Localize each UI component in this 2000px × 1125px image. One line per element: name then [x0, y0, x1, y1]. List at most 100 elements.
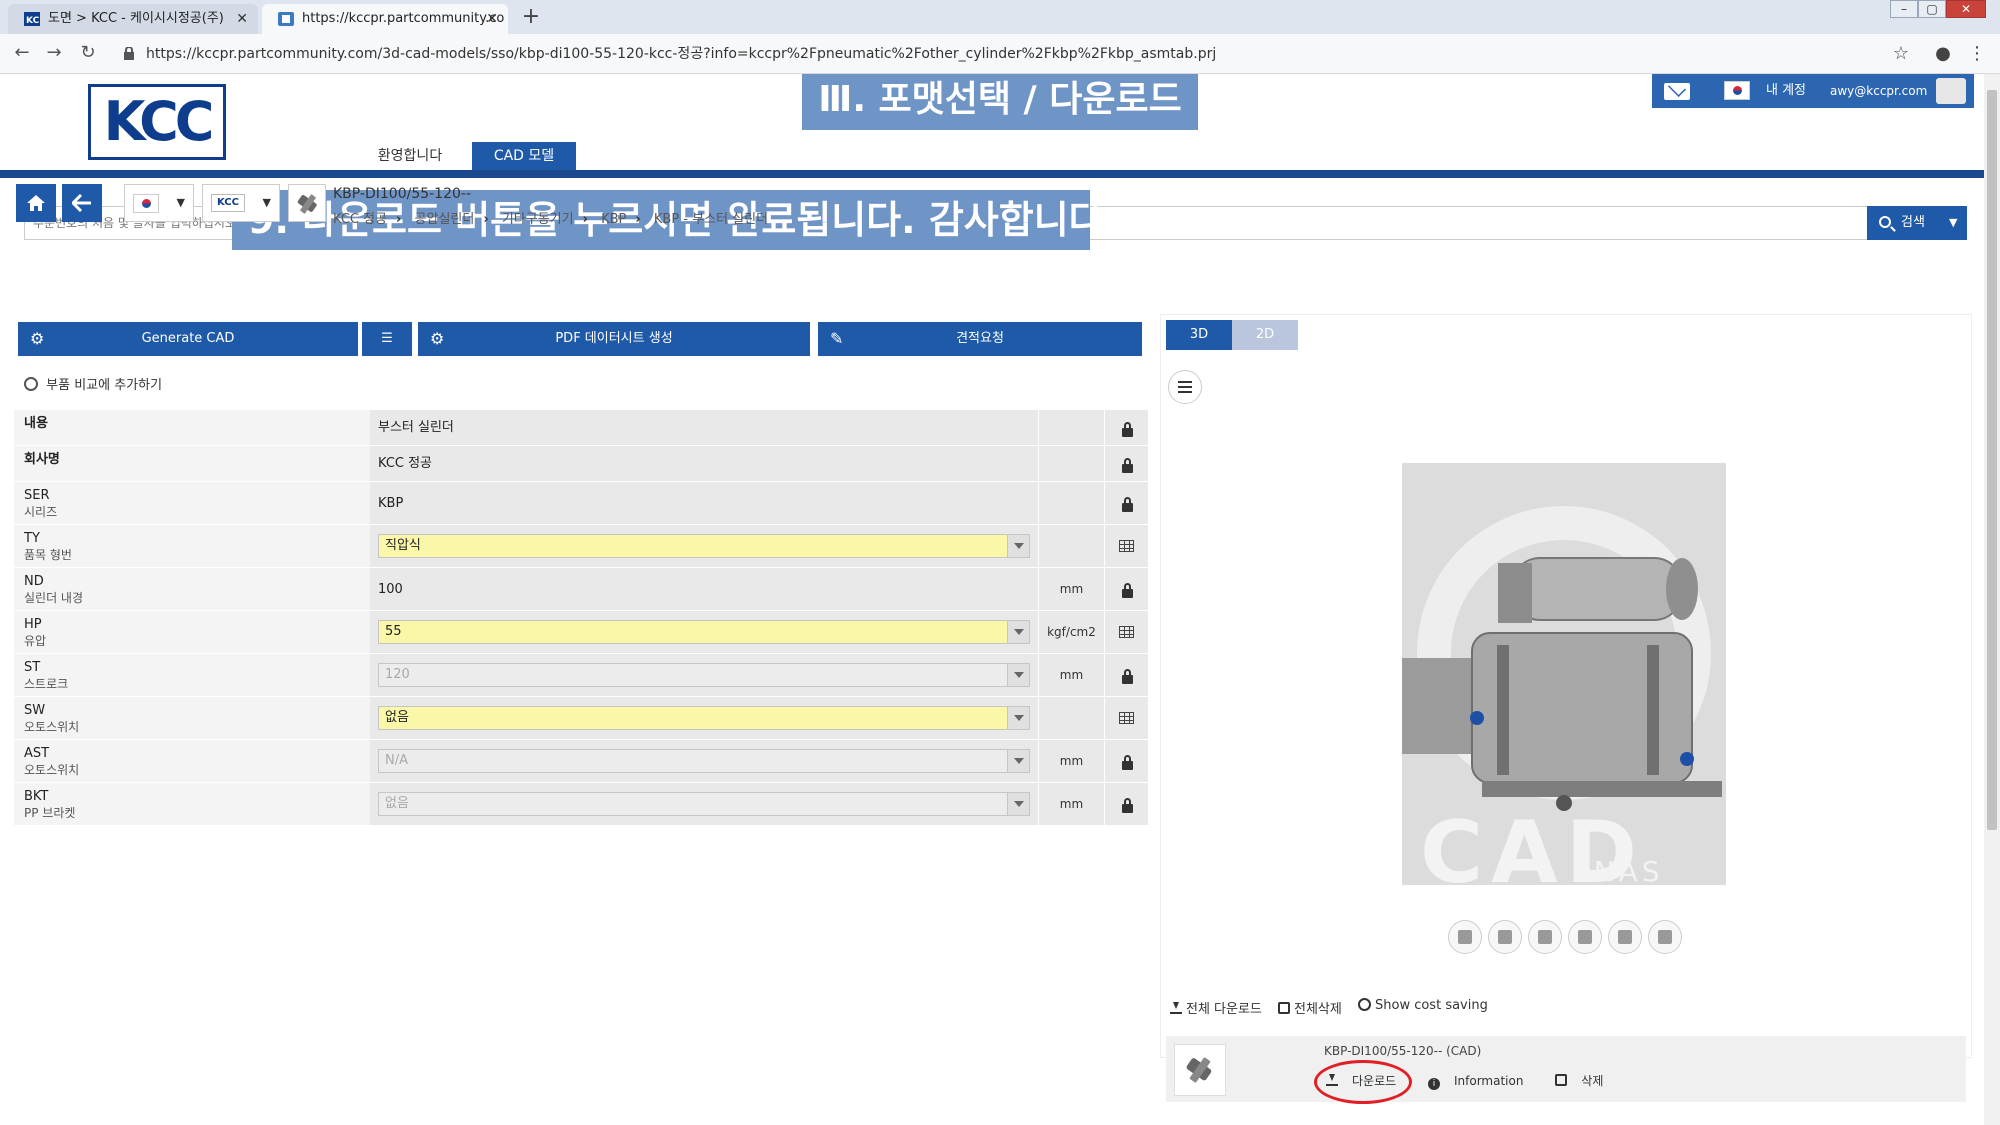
profile-icon[interactable]: ●	[1932, 44, 1954, 66]
forward-arrow-icon[interactable]: →	[42, 42, 66, 66]
param-row: 회사명 KCC 정공	[14, 446, 1148, 482]
cad-watermark: CAD	[1420, 803, 1646, 903]
page-scrollbar[interactable]	[1984, 74, 2000, 1125]
show-cost-saving-link[interactable]: Show cost saving	[1358, 998, 1488, 1013]
breadcrumb-item[interactable]: KCC 정공	[333, 212, 387, 227]
param-row: ST 스트로크 120 mm	[14, 654, 1148, 697]
download-callout-circle	[1314, 1060, 1412, 1104]
param-value: 100	[370, 568, 1038, 610]
param-lock	[1104, 783, 1148, 825]
download-all-link[interactable]: 전체 다운로드	[1170, 998, 1262, 1017]
bookmark-star-icon[interactable]: ☆	[1890, 44, 1912, 66]
param-unit	[1038, 446, 1104, 481]
view-section-icon[interactable]	[1608, 920, 1642, 954]
browser-tab-1[interactable]: KC 도면 > KCC - 케이시시정공(주) ✕	[8, 4, 258, 34]
back-arrow-icon[interactable]: ←	[10, 42, 34, 66]
tab-close-icon[interactable]: ✕	[486, 4, 498, 34]
tab-welcome[interactable]: 환영합니다	[360, 142, 460, 170]
kcc-catalog-logo: KCC	[211, 194, 245, 212]
account-bar: 내 계정 awy@kccpr.com	[1652, 74, 1974, 108]
browser-menu-icon[interactable]: ⋮	[1966, 44, 1988, 66]
view-iso-icon[interactable]	[1568, 920, 1602, 954]
tab-3d[interactable]: 3D	[1166, 320, 1232, 350]
avatar[interactable]	[1936, 78, 1966, 104]
new-tab-button[interactable]: +	[518, 5, 544, 31]
my-account-link[interactable]: 내 계정	[1766, 74, 1806, 108]
information-link[interactable]: i Information	[1428, 1074, 1537, 1090]
delete-icon	[1278, 1002, 1290, 1014]
param-table-button[interactable]	[1104, 611, 1148, 653]
scrollbar-thumb[interactable]	[1987, 90, 1997, 830]
chevron-down-icon	[1007, 793, 1029, 815]
catalog-dropdown[interactable]: KCC ▼	[202, 184, 280, 222]
tab-cad-model[interactable]: CAD 모델	[472, 142, 576, 170]
view-top-icon[interactable]	[1528, 920, 1562, 954]
add-to-compare-link[interactable]: 부품 비교에 추가하기	[24, 374, 162, 393]
ast-select-value: N/A	[385, 753, 408, 768]
param-value-cell: 없음	[370, 783, 1038, 825]
table-icon	[1119, 540, 1134, 552]
reload-icon[interactable]: ↻	[76, 42, 100, 66]
kcc-logo[interactable]: KCC	[88, 84, 226, 160]
breadcrumb-item[interactable]: 기타구동기기	[502, 212, 574, 227]
param-code: TY	[24, 531, 40, 546]
ast-select: N/A	[378, 749, 1030, 773]
param-value: KCC 정공	[370, 446, 1038, 481]
sw-select[interactable]: 없음	[378, 706, 1030, 730]
korea-flag-icon[interactable]	[1724, 81, 1750, 100]
ty-select[interactable]: 직압식	[378, 534, 1030, 558]
param-table-button[interactable]	[1104, 697, 1148, 739]
param-lock	[1104, 410, 1148, 445]
breadcrumb-item[interactable]: KBP - 부스터 실린더	[654, 212, 768, 227]
hp-select[interactable]: 55	[378, 620, 1030, 644]
cad-options-button[interactable]: ☰	[362, 322, 412, 356]
ty-select-value: 직압식	[385, 538, 421, 553]
part-list-icon[interactable]	[1168, 370, 1202, 404]
language-dropdown[interactable]: ▼	[124, 184, 194, 222]
info-icon: i	[1428, 1078, 1440, 1090]
delete-all-link[interactable]: 전체삭제	[1278, 998, 1342, 1017]
param-unit: mm	[1038, 654, 1104, 696]
browser-tab-2[interactable]: https://kccpr.partcommunity.co ✕	[262, 4, 508, 34]
cylinder-part-icon	[1186, 1057, 1212, 1083]
search-button[interactable]: 검색 ▼	[1867, 206, 1967, 240]
delete-label: 삭제	[1581, 1074, 1604, 1088]
param-code: BKT	[24, 789, 49, 804]
param-unit: kgf/cm2	[1038, 611, 1104, 653]
breadcrumb-item[interactable]: 공압실린더	[415, 212, 475, 227]
account-email[interactable]: awy@kccpr.com	[1830, 74, 1927, 108]
view-shaded-icon[interactable]	[1648, 920, 1682, 954]
breadcrumb-item[interactable]: KBP	[601, 212, 626, 227]
part-thumbnail[interactable]	[288, 184, 326, 222]
3d-model-viewport[interactable]: CAD ENAS	[1402, 463, 1726, 903]
url-input[interactable]: https://kccpr.partcommunity.com/3d-cad-m…	[146, 42, 1896, 66]
minimize-window-button[interactable]: –	[1890, 0, 1918, 18]
hp-select-value: 55	[385, 624, 402, 639]
param-lock	[1104, 740, 1148, 782]
param-lock	[1104, 446, 1148, 481]
view-perspective-icon[interactable]	[1448, 920, 1482, 954]
param-label: AST 오토스위치	[14, 740, 370, 782]
tab-close-icon[interactable]: ✕	[236, 4, 248, 34]
param-code: HP	[24, 617, 42, 632]
back-button[interactable]	[62, 184, 102, 222]
close-window-button[interactable]: ✕	[1946, 0, 1986, 18]
tab-2d[interactable]: 2D	[1232, 320, 1298, 350]
param-value-cell: 55	[370, 611, 1038, 653]
view-cube-icon[interactable]	[1488, 920, 1522, 954]
mail-icon[interactable]	[1664, 83, 1690, 100]
pdf-datasheet-button[interactable]: ⚙ PDF 데이터시트 생성	[418, 322, 810, 356]
download-item: KBP-DI100/55-120-- (CAD) 다운로드 i Informati…	[1166, 1036, 1966, 1102]
chevron-down-icon[interactable]: ▼	[1949, 206, 1957, 240]
delete-item-link[interactable]: 삭제	[1555, 1074, 1617, 1088]
maximize-window-button[interactable]: ▢	[1918, 0, 1946, 18]
param-value: 부스터 실린더	[370, 410, 1038, 445]
generate-cad-button[interactable]: ⚙ Generate CAD	[18, 322, 358, 356]
param-desc: 스트로크	[24, 677, 69, 691]
web-page: KCC 환영합니다 CAD 모델 내 계정 awy@kccpr.com Ⅲ. 포…	[0, 74, 1984, 1125]
svg-text:KC: KC	[26, 16, 40, 26]
home-button[interactable]	[16, 184, 56, 222]
quote-request-button[interactable]: ✎ 견적요청	[818, 322, 1142, 356]
param-lock	[1104, 654, 1148, 696]
param-table-button[interactable]	[1104, 525, 1148, 567]
